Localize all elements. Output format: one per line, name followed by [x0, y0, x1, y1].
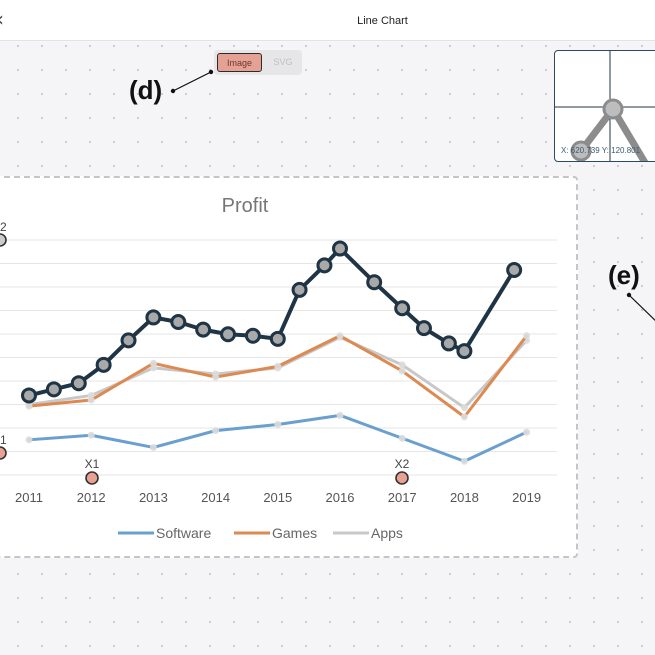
series-lines	[21, 240, 531, 465]
data-point[interactable]	[269, 330, 286, 347]
data-point[interactable]	[120, 332, 137, 349]
data-point[interactable]	[220, 326, 237, 343]
chart-title: Profit	[222, 195, 269, 217]
data-point[interactable]	[394, 300, 411, 317]
data-point	[274, 421, 282, 429]
data-point[interactable]	[291, 281, 308, 298]
legend-label: Apps	[371, 525, 403, 541]
data-point[interactable]	[95, 356, 112, 373]
data-point	[212, 427, 220, 435]
profit-line-chart: Profit 2011 2012 2013 2014 2015 2016 2017 2018 2…	[0, 195, 557, 541]
data-point[interactable]	[506, 261, 523, 278]
data-point	[25, 436, 33, 444]
legend-label: Games	[272, 525, 317, 541]
marker-x2-label: X2	[395, 457, 410, 471]
marker-x2-handle[interactable]	[395, 471, 409, 485]
data-point	[336, 332, 344, 340]
x-tick-label: 2019	[512, 490, 541, 505]
data-point	[523, 428, 531, 436]
data-point	[274, 362, 282, 370]
marker-mid-label: 1	[0, 433, 7, 447]
data-point	[87, 431, 95, 439]
data-point	[398, 361, 406, 369]
data-point[interactable]	[332, 240, 348, 257]
side-markers: 2 1 X1 X2	[0, 220, 410, 485]
data-point[interactable]	[21, 387, 37, 404]
data-point	[336, 411, 344, 419]
data-point	[460, 457, 468, 465]
data-point	[212, 373, 220, 381]
x-axis-ticks: 2011 2012 2013 2014 2015 2016 2017 2018 2019	[15, 490, 541, 505]
data-point[interactable]	[145, 309, 162, 326]
data-point[interactable]	[415, 320, 432, 337]
data-point	[398, 367, 406, 375]
data-point	[25, 402, 33, 410]
data-point	[460, 413, 468, 421]
data-point[interactable]	[170, 314, 187, 330]
data-point	[149, 443, 157, 451]
data-point[interactable]	[366, 274, 383, 291]
x-tick-label: 2014	[201, 490, 230, 505]
series-line-profit	[27, 246, 517, 398]
marker-x1-label: X1	[85, 457, 100, 471]
x-tick-label: 2016	[326, 490, 355, 505]
data-point	[460, 404, 468, 412]
x-tick-label: 2017	[388, 490, 417, 505]
data-point[interactable]	[70, 375, 87, 392]
data-point	[149, 359, 157, 367]
marker-top-label: 2	[0, 220, 7, 234]
legend-label: Software	[156, 525, 211, 541]
x-tick-label: 2015	[263, 490, 292, 505]
data-point	[398, 434, 406, 442]
data-point	[523, 332, 531, 340]
data-point[interactable]	[456, 343, 473, 360]
legend: Software Games Apps	[118, 525, 403, 541]
data-point[interactable]	[45, 381, 62, 398]
data-point[interactable]	[195, 321, 212, 338]
data-point	[87, 396, 95, 404]
x-tick-label: 2018	[450, 490, 479, 505]
data-point[interactable]	[244, 327, 261, 344]
data-point[interactable]	[440, 335, 457, 352]
data-point[interactable]	[316, 257, 333, 274]
x-tick-label: 2011	[15, 490, 43, 505]
marker-handle-bottom[interactable]	[0, 446, 7, 460]
x-tick-label: 2012	[77, 490, 106, 505]
marker-x1-handle[interactable]	[85, 471, 99, 485]
marker-handle-top[interactable]	[0, 233, 7, 247]
grid-lines	[0, 239, 557, 476]
x-tick-label: 2013	[139, 490, 168, 505]
